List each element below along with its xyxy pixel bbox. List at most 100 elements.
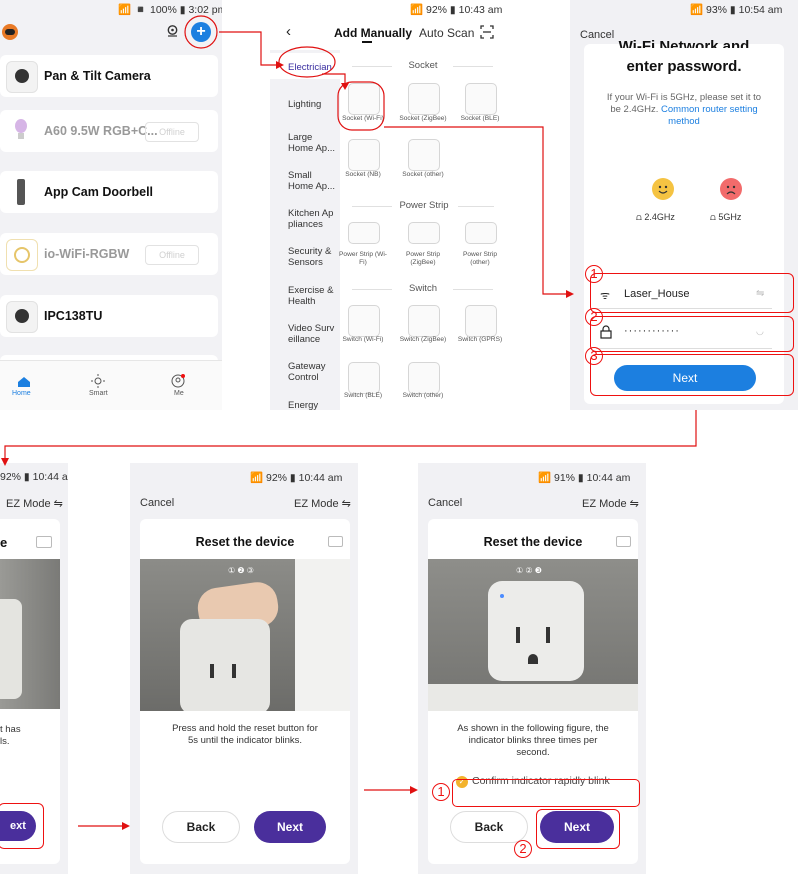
switch-wifi-tile[interactable] bbox=[348, 305, 380, 337]
category-video[interactable]: Video Surv eillance bbox=[288, 323, 338, 345]
device-card-a60[interactable]: A60 9.5W RGB+C... Offline bbox=[0, 110, 218, 152]
socket-ble-label: Socket (BLE) bbox=[460, 115, 500, 122]
note-text: If your Wi-Fi is 5GHz, please set it to … bbox=[604, 92, 764, 128]
screen-reset-step1-partial: 92% ▮ 10:44 am EZ Mode ⇋ e t has ls. ext bbox=[0, 463, 68, 874]
category-large-home[interactable]: Large Home Ap... bbox=[288, 132, 338, 154]
divider bbox=[458, 206, 494, 207]
video-icon[interactable] bbox=[328, 536, 343, 547]
device-name: IPC138TU bbox=[44, 309, 103, 323]
page-title: enter password. bbox=[626, 58, 742, 75]
device-name: App Cam Doorbell bbox=[44, 185, 154, 199]
socket-wifi-label: Socket (Wi-Fi) bbox=[342, 115, 384, 122]
socket-ble-tile[interactable] bbox=[465, 83, 497, 115]
video-icon[interactable] bbox=[36, 536, 52, 548]
device-photo: ① ② ❸ bbox=[428, 559, 638, 711]
category-small-home[interactable]: Small Home Ap... bbox=[288, 170, 338, 192]
instruction-text: As shown in the following figure, the in… bbox=[457, 723, 609, 758]
annotation-marker-2: 2 bbox=[585, 308, 603, 326]
category-gateway[interactable]: Gateway Control bbox=[288, 361, 338, 383]
page-title: Reset the device bbox=[195, 535, 295, 549]
router-link[interactable]: Common router setting method bbox=[661, 104, 758, 127]
back-icon[interactable]: ‹ bbox=[286, 23, 291, 40]
category-exercise[interactable]: Exercise & Health bbox=[288, 285, 338, 307]
cancel-button[interactable]: Cancel bbox=[140, 497, 174, 509]
tab-smart[interactable]: Smart bbox=[89, 390, 108, 397]
switch-zigbee-label: Switch (ZigBee) bbox=[399, 336, 447, 343]
status-bar: 📶 92% ▮ 10:44 am bbox=[250, 472, 343, 484]
device-name: A60 9.5W RGB+C... bbox=[44, 124, 158, 138]
strip-other-tile[interactable] bbox=[465, 222, 497, 244]
tab-home[interactable]: Home bbox=[12, 390, 31, 397]
title-tail: e bbox=[0, 535, 8, 550]
switch-ble-tile[interactable] bbox=[348, 362, 380, 394]
add-device-button[interactable]: + bbox=[191, 22, 211, 42]
status-bar: 📶 91% ▮ 10:44 am bbox=[538, 472, 631, 484]
socket-other-tile[interactable] bbox=[408, 139, 440, 171]
video-icon[interactable] bbox=[616, 536, 631, 547]
strip-wifi-label: Power Strip (Wi-Fi) bbox=[339, 251, 387, 266]
switch-other-label: Switch (other) bbox=[402, 392, 444, 399]
doorbell-icon bbox=[6, 177, 36, 207]
category-lighting[interactable]: Lighting bbox=[288, 99, 338, 110]
next-button[interactable]: Next bbox=[254, 811, 326, 843]
socket-nb-tile[interactable] bbox=[348, 139, 380, 171]
band-5-text: 5GHz bbox=[718, 212, 742, 222]
switch-gprs-label: Switch (GPRS) bbox=[457, 336, 502, 343]
back-button[interactable]: Back bbox=[450, 811, 528, 843]
category-energy[interactable]: Energy bbox=[288, 400, 338, 410]
device-card-ipc138tu[interactable]: IPC138TU bbox=[0, 295, 218, 337]
ez-mode-button[interactable]: EZ Mode ⇋ bbox=[294, 497, 351, 510]
annotation-ring-ssid bbox=[590, 273, 794, 313]
me-icon[interactable] bbox=[171, 374, 185, 388]
category-security[interactable]: Security & Sensors bbox=[288, 246, 338, 268]
strip-zigbee-tile[interactable] bbox=[408, 222, 440, 244]
section-socket: Socket bbox=[408, 60, 438, 71]
tab-add-manually[interactable]: Add Manually bbox=[334, 26, 412, 40]
screen-reset-step2: 📶 92% ▮ 10:44 am Cancel EZ Mode ⇋ Reset … bbox=[130, 463, 358, 874]
page-title: Reset the device bbox=[483, 535, 583, 549]
ez-mode-button[interactable]: EZ Mode ⇋ bbox=[582, 497, 639, 510]
category-kitchen[interactable]: Kitchen Ap pliances bbox=[288, 208, 338, 230]
socket-wifi-tile[interactable] bbox=[348, 83, 380, 115]
home-icon[interactable] bbox=[17, 375, 31, 387]
step-indicator: ① ② ❸ bbox=[516, 566, 542, 575]
status-bar: 📶 ◾ 100% ▮ 3:02 pm bbox=[118, 4, 222, 16]
avatar-icon[interactable] bbox=[2, 24, 18, 40]
device-card-doorbell[interactable]: App Cam Doorbell bbox=[0, 171, 218, 213]
switch-other-tile[interactable] bbox=[408, 362, 440, 394]
strip-wifi-tile[interactable] bbox=[348, 222, 380, 244]
divider bbox=[352, 206, 392, 207]
divider bbox=[352, 289, 392, 290]
switch-zigbee-tile[interactable] bbox=[408, 305, 440, 337]
back-button[interactable]: Back bbox=[162, 811, 240, 843]
happy-face-icon bbox=[652, 178, 674, 200]
device-card-pan-tilt[interactable]: Pan & Tilt Camera bbox=[0, 55, 218, 97]
device-name: Pan & Tilt Camera bbox=[44, 69, 151, 83]
category-electrician[interactable]: Electrician bbox=[288, 62, 332, 73]
sun-icon[interactable] bbox=[91, 374, 105, 388]
sad-face-icon bbox=[720, 178, 742, 200]
switch-ble-label: Switch (BLE) bbox=[343, 392, 383, 399]
annotation-ring-next bbox=[0, 803, 44, 849]
reset-card: Reset the device ① ❷ ③ Press and hold th… bbox=[140, 519, 350, 864]
switch-gprs-tile[interactable] bbox=[465, 305, 497, 337]
ez-mode-button[interactable]: EZ Mode ⇋ bbox=[6, 497, 63, 510]
location-icon[interactable] bbox=[166, 24, 179, 37]
tab-auto-scan[interactable]: Auto Scan bbox=[419, 26, 474, 40]
led-strip-icon bbox=[6, 239, 38, 271]
tab-bar: Home Smart Me bbox=[0, 360, 222, 410]
scan-icon[interactable] bbox=[480, 25, 494, 39]
tab-me[interactable]: Me bbox=[174, 390, 184, 397]
cancel-button[interactable]: Cancel bbox=[428, 497, 462, 509]
socket-other-label: Socket (other) bbox=[402, 171, 444, 178]
instruction-text: Press and hold the reset button for 5s u… bbox=[172, 723, 318, 746]
annotation-ring-confirm bbox=[452, 779, 640, 807]
annotation-marker-1: 1 bbox=[432, 783, 450, 801]
offline-badge: Offline bbox=[145, 245, 199, 265]
section-switch: Switch bbox=[409, 283, 437, 294]
divider bbox=[352, 66, 392, 67]
device-card-rgbw[interactable]: io-WiFi-RGBW Offline bbox=[0, 233, 218, 275]
tab-indicator bbox=[362, 41, 372, 43]
socket-zigbee-tile[interactable] bbox=[408, 83, 440, 115]
band-24-label: ⩍ 2.4GHz bbox=[636, 212, 675, 223]
